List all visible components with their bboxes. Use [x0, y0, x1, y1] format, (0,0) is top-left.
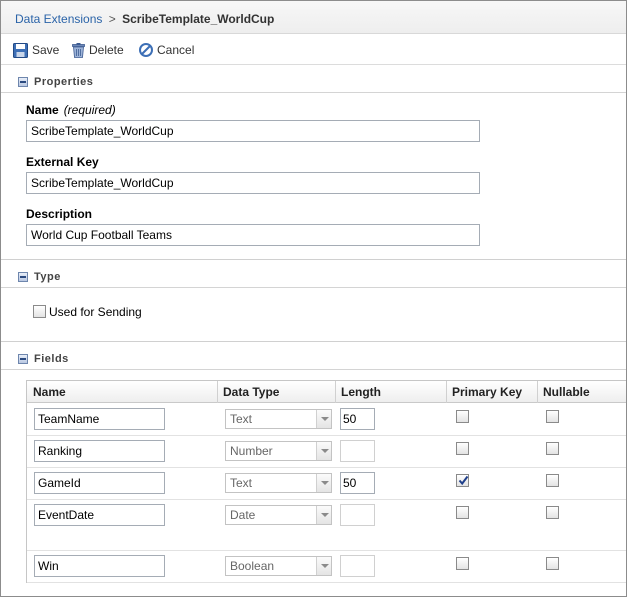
save-button[interactable]: Save [13, 42, 59, 58]
column-header-name: Name [33, 385, 66, 399]
cancel-label: Cancel [157, 43, 195, 57]
name-field[interactable] [26, 120, 480, 142]
length-input[interactable] [340, 555, 375, 577]
length-input[interactable] [340, 504, 375, 526]
external-key-field[interactable] [26, 172, 480, 194]
table-row: Text [27, 404, 626, 436]
data-type-value: Text [230, 412, 253, 426]
breadcrumb-current: ScribeTemplate_WorldCup [122, 12, 275, 26]
column-header-data-type: Data Type [223, 385, 280, 399]
data-extension-editor: Data Extensions > ScribeTemplate_WorldCu… [0, 0, 627, 597]
toolbar: Save Delete Cancel [1, 35, 626, 65]
length-input[interactable] [340, 472, 375, 494]
table-row: Text [27, 468, 626, 500]
data-type-select[interactable]: Number [225, 441, 332, 461]
primary-key-checkbox[interactable] [456, 474, 469, 487]
field-name-input[interactable] [34, 440, 165, 462]
chevron-down-icon[interactable] [316, 557, 331, 575]
primary-key-checkbox[interactable] [456, 506, 469, 519]
delete-label: Delete [89, 43, 124, 57]
type-section-header[interactable]: Type [1, 266, 626, 288]
fields-section-header[interactable]: Fields [1, 348, 626, 370]
chevron-down-icon[interactable] [316, 506, 331, 524]
chevron-down-icon[interactable] [316, 410, 331, 428]
name-label: Name (required) [26, 103, 116, 117]
cancel-icon [139, 43, 153, 57]
fields-table: Name Data Type Length Primary Key Nullab… [26, 380, 626, 583]
length-input[interactable] [340, 408, 375, 430]
nullable-checkbox[interactable] [546, 442, 559, 455]
save-icon [13, 42, 28, 58]
primary-key-checkbox[interactable] [456, 410, 469, 423]
column-header-nullable: Nullable [543, 385, 590, 399]
section-divider [1, 259, 626, 260]
column-divider [537, 381, 538, 403]
properties-section-title: Properties [34, 76, 94, 88]
used-for-sending-checkbox[interactable] [33, 305, 46, 318]
breadcrumb: Data Extensions > ScribeTemplate_WorldCu… [1, 1, 626, 34]
breadcrumb-separator: > [108, 12, 116, 26]
external-key-label: External Key [26, 155, 99, 169]
fields-section-title: Fields [34, 353, 69, 365]
column-divider [217, 381, 218, 403]
length-input[interactable] [340, 440, 375, 462]
delete-button[interactable]: Delete [72, 42, 124, 58]
section-divider [1, 341, 626, 342]
chevron-down-icon[interactable] [316, 442, 331, 460]
data-type-value: Boolean [230, 559, 275, 573]
data-type-value: Date [230, 508, 256, 522]
nullable-checkbox[interactable] [546, 410, 559, 423]
data-type-select[interactable]: Text [225, 409, 332, 429]
table-row: Date [27, 500, 626, 551]
collapse-icon[interactable] [18, 272, 28, 282]
nullable-checkbox[interactable] [546, 557, 559, 570]
used-for-sending-label: Used for Sending [49, 305, 142, 319]
name-required-note: (required) [63, 103, 116, 117]
field-name-input[interactable] [34, 555, 165, 577]
collapse-icon[interactable] [18, 354, 28, 364]
nullable-checkbox[interactable] [546, 474, 559, 487]
trash-icon [72, 42, 85, 58]
chevron-down-icon[interactable] [316, 474, 331, 492]
cancel-button[interactable]: Cancel [139, 42, 194, 58]
primary-key-checkbox[interactable] [456, 442, 469, 455]
primary-key-checkbox[interactable] [456, 557, 469, 570]
name-label-text: Name [26, 103, 59, 117]
nullable-checkbox[interactable] [546, 506, 559, 519]
checkmark-icon [458, 475, 469, 486]
data-type-select[interactable]: Text [225, 473, 332, 493]
type-section-title: Type [34, 271, 61, 283]
description-field[interactable] [26, 224, 480, 246]
description-label: Description [26, 207, 93, 221]
field-name-input[interactable] [34, 504, 165, 526]
column-header-length: Length [341, 385, 381, 399]
collapse-icon[interactable] [18, 77, 28, 87]
fields-table-header: Name Data Type Length Primary Key Nullab… [27, 381, 626, 403]
properties-section-header[interactable]: Properties [1, 71, 626, 93]
column-header-primary-key: Primary Key [452, 385, 523, 399]
breadcrumb-link-data-extensions[interactable]: Data Extensions [15, 12, 102, 26]
data-type-value: Text [230, 476, 253, 490]
field-name-input[interactable] [34, 472, 165, 494]
table-row: Boolean [27, 551, 626, 583]
data-type-select[interactable]: Date [225, 505, 332, 525]
column-divider [446, 381, 447, 403]
save-label: Save [32, 43, 60, 57]
field-name-input[interactable] [34, 408, 165, 430]
data-type-value: Number [230, 444, 273, 458]
column-divider [335, 381, 336, 403]
table-row: Number [27, 436, 626, 468]
data-type-select[interactable]: Boolean [225, 556, 332, 576]
